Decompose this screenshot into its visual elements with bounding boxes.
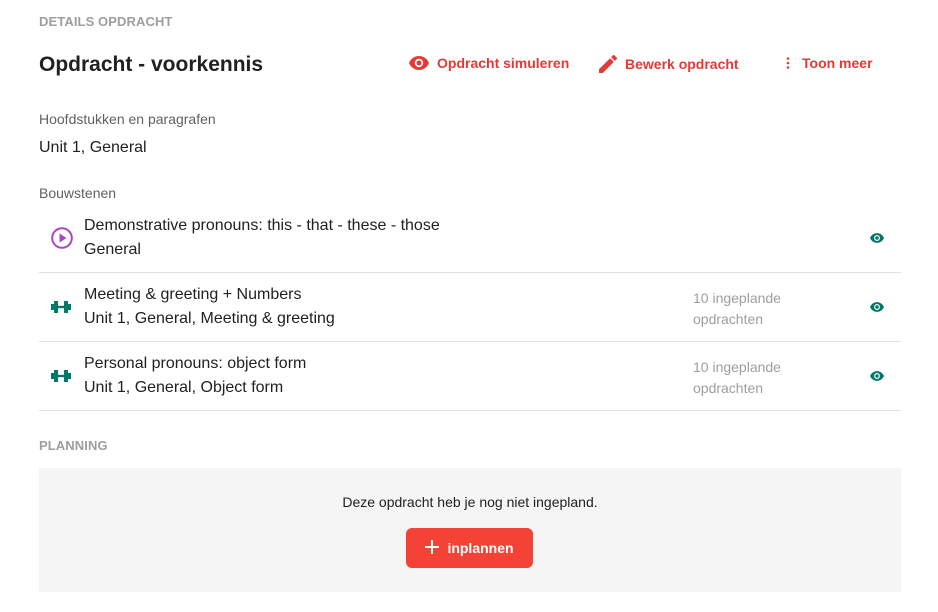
- eye-icon: [409, 56, 429, 70]
- play-circle-icon: [51, 227, 73, 249]
- show-more-label: Toon meer: [802, 55, 873, 71]
- list-item: Meeting & greeting + Numbers Unit 1, Gen…: [39, 273, 901, 342]
- planning-panel: Deze opdracht heb je nog niet ingepland.…: [39, 468, 901, 592]
- scheduled-count-line2: opdrachten: [693, 311, 764, 327]
- dumbbell-icon: [51, 300, 71, 314]
- block-title: Meeting & greeting + Numbers: [84, 286, 302, 303]
- scheduled-count-line2: opdrachten: [693, 380, 764, 396]
- page-title: Opdracht - voorkennis: [39, 53, 264, 76]
- details-section-title: DETAILS OPDRACHT: [39, 14, 173, 29]
- view-block-eye-icon[interactable]: [870, 371, 884, 381]
- list-item: Personal pronouns: object form Unit 1, G…: [39, 342, 901, 411]
- simulate-assignment-button[interactable]: Opdracht simuleren: [409, 55, 569, 71]
- scheduled-count-line1: 10 ingeplande: [693, 290, 781, 306]
- block-title: Personal pronouns: object form: [84, 355, 307, 372]
- block-subtitle: General: [84, 241, 141, 258]
- block-subtitle: Unit 1, General, Object form: [84, 379, 284, 396]
- list-item: Demonstrative pronouns: this - that - th…: [39, 204, 901, 273]
- scheduled-count-line1: 10 ingeplande: [693, 359, 781, 375]
- planning-section-title: PLANNING: [39, 438, 108, 453]
- view-block-eye-icon[interactable]: [870, 302, 884, 312]
- block-subtitle: Unit 1, General, Meeting & greeting: [84, 310, 335, 327]
- pencil-icon: [599, 55, 617, 73]
- simulate-assignment-label: Opdracht simuleren: [437, 55, 570, 71]
- chapters-label: Hoofdstukken en paragrafen: [39, 111, 216, 127]
- show-more-button[interactable]: Toon meer: [782, 55, 873, 71]
- building-blocks-label: Bouwstenen: [39, 185, 117, 201]
- building-blocks-list: Demonstrative pronouns: this - that - th…: [39, 204, 901, 411]
- more-vertical-icon: [782, 56, 794, 70]
- edit-assignment-label: Bewerk opdracht: [625, 56, 739, 72]
- view-block-eye-icon[interactable]: [870, 233, 884, 243]
- dumbbell-icon: [51, 369, 71, 383]
- chapters-value: Unit 1, General: [39, 139, 147, 156]
- scheduled-count: 10 ingeplande opdrachten: [693, 288, 803, 330]
- edit-assignment-button[interactable]: Bewerk opdracht: [599, 55, 739, 73]
- block-title: Demonstrative pronouns: this - that - th…: [84, 217, 440, 234]
- scheduled-count: 10 ingeplande opdrachten: [693, 357, 803, 399]
- schedule-button-label: inplannen: [447, 540, 514, 556]
- planning-empty-text: Deze opdracht heb je nog niet ingepland.: [342, 494, 598, 510]
- plus-icon: [425, 539, 440, 557]
- schedule-button[interactable]: inplannen: [406, 528, 533, 568]
